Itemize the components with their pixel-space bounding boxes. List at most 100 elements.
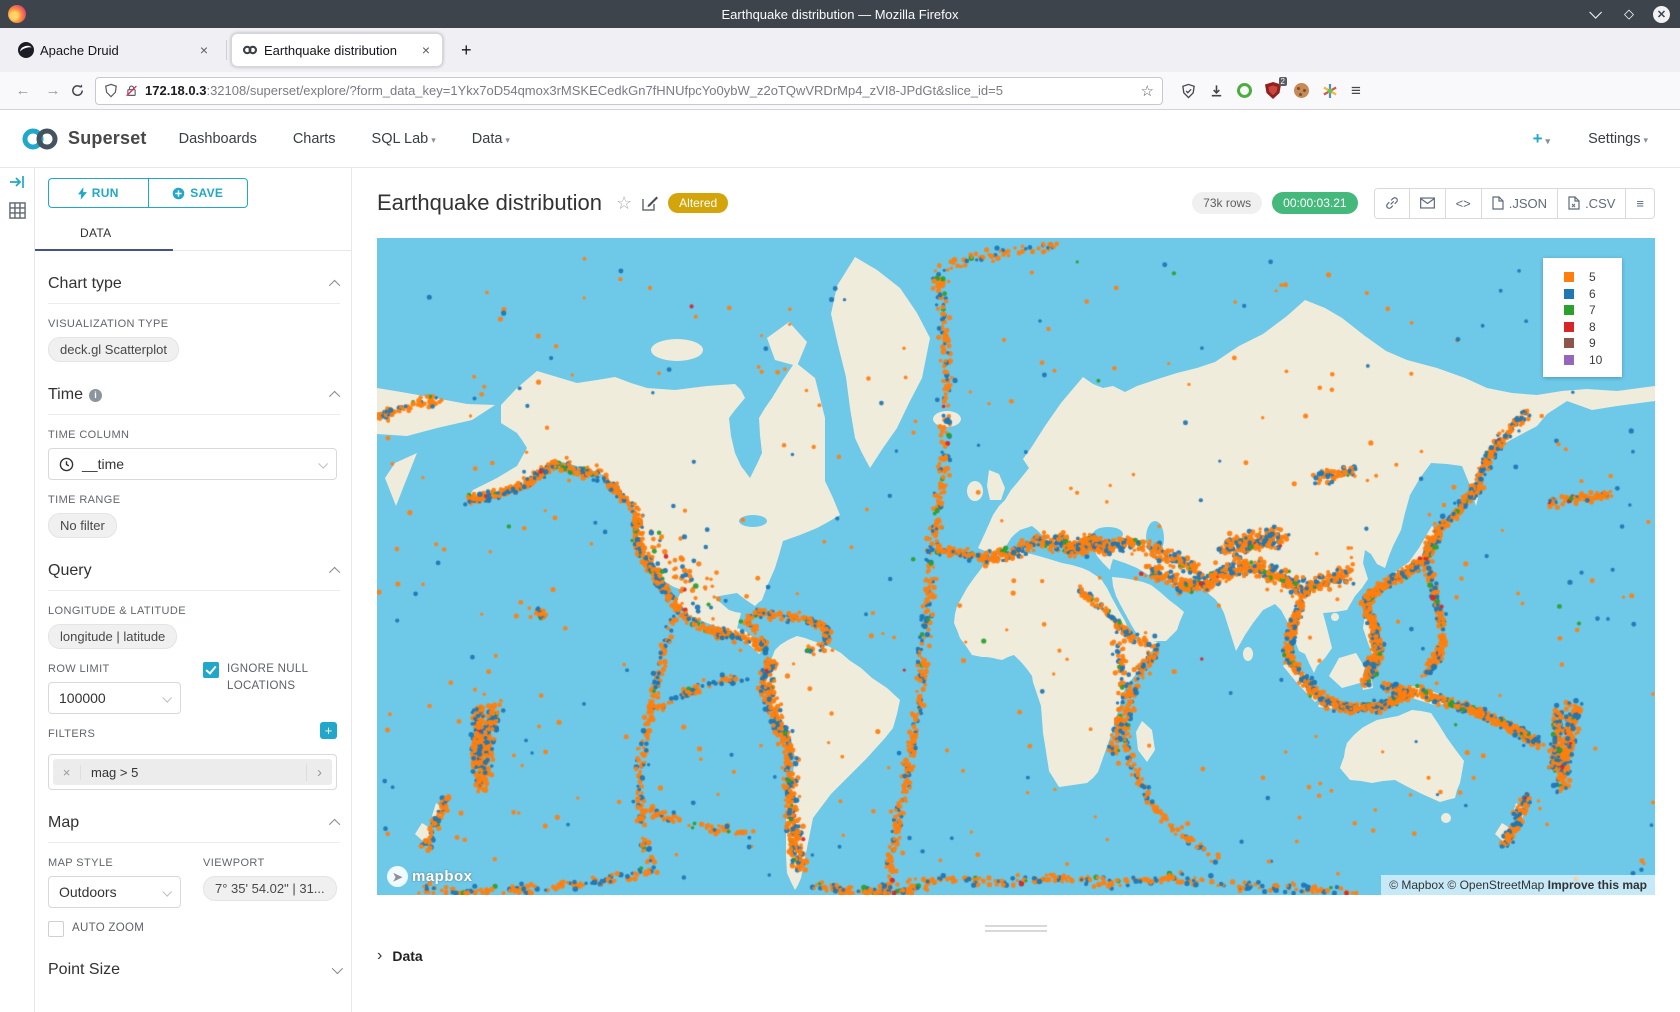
legend-color-swatch (1564, 338, 1574, 348)
chevron-right-icon[interactable]: › (306, 764, 332, 781)
mapbox-mark-icon: ➤ (387, 866, 408, 887)
back-button[interactable]: ← (10, 82, 36, 99)
window-maximize-icon[interactable]: ◇ (1621, 6, 1637, 22)
tab-data[interactable]: DATA (80, 226, 111, 250)
file-x-icon (1568, 196, 1580, 210)
time-range-value[interactable]: No filter (48, 513, 117, 538)
map-attribution[interactable]: © Mapbox © OpenStreetMap Improve this ma… (1381, 875, 1655, 895)
datasource-grid-icon[interactable] (9, 202, 26, 219)
ublock-shield-icon[interactable]: 2 (1265, 82, 1281, 99)
save-button[interactable]: SAVE (148, 178, 249, 208)
firefox-menu-icon[interactable]: ≡ (1351, 81, 1361, 101)
chevron-up-icon (329, 391, 340, 402)
file-icon (1492, 196, 1504, 210)
viz-type-label: VISUALIZATION TYPE (48, 318, 337, 330)
collapse-panel-icon[interactable] (9, 174, 25, 190)
embed-code-button[interactable]: <> (1446, 189, 1482, 218)
section-map: Map MAP STYLE Outdoors VIEWPORT 7° 35' 5… (48, 814, 337, 937)
mapbox-wordmark: mapbox (412, 868, 473, 885)
lonlat-value[interactable]: longitude | latitude (48, 624, 177, 649)
chevron-up-icon (329, 819, 340, 830)
deckgl-scatter-map[interactable]: 5 6 7 8 9 10 ➤ mapbox © Mapbox © OpenStr… (377, 238, 1655, 895)
export-csv-button[interactable]: .CSV (1558, 189, 1626, 218)
section-time-header[interactable]: Timei (48, 386, 340, 415)
section-query-header[interactable]: Query (48, 562, 340, 591)
improve-map-link[interactable]: Improve this map (1548, 878, 1647, 892)
shield-permissions-icon[interactable] (104, 83, 118, 98)
magnitude-legend: 5 6 7 8 9 10 (1543, 258, 1622, 377)
chevron-down-icon (332, 963, 343, 974)
auto-zoom-checkbox[interactable] (48, 921, 64, 937)
auto-zoom-label: AUTO ZOOM (72, 920, 144, 937)
nav-data[interactable]: Data▾ (472, 131, 510, 147)
section-point-size: Point Size (48, 961, 337, 989)
data-expander[interactable]: › Data (377, 947, 423, 965)
superset-logo[interactable]: Superset (20, 126, 147, 152)
url-text: 172.18.0.3:32108/superset/explore/?form_… (145, 83, 1134, 98)
downloads-icon[interactable] (1209, 83, 1224, 99)
addon-green-icon[interactable] (1237, 83, 1252, 98)
url-bar[interactable]: 172.18.0.3:32108/superset/explore/?form_… (95, 77, 1163, 105)
new-item-button[interactable]: +▾ (1533, 129, 1550, 149)
section-point-size-header[interactable]: Point Size (48, 961, 340, 989)
reload-icon[interactable] (70, 83, 85, 98)
run-button[interactable]: RUN (48, 178, 148, 208)
viewport-label: VIEWPORT (203, 857, 337, 869)
clock-icon (59, 457, 74, 472)
row-limit-select[interactable]: 100000 (48, 682, 181, 714)
legend-label: 10 (1589, 353, 1602, 367)
bookmark-star-icon[interactable]: ☆ (1141, 82, 1154, 100)
favorite-star-icon[interactable]: ☆ (616, 193, 632, 214)
legend-label: 6 (1589, 287, 1596, 301)
chart-menu-button[interactable]: ≡ (1626, 189, 1654, 218)
nav-charts[interactable]: Charts (293, 131, 336, 147)
chevron-up-icon (329, 567, 340, 578)
viz-type-value[interactable]: deck.gl Scatterplot (48, 337, 179, 362)
window-minimize-icon[interactable] (1589, 10, 1605, 19)
section-time: Timei TIME COLUMN __time TIME RANGE No f… (48, 386, 337, 538)
nav-dashboards[interactable]: Dashboards (179, 131, 257, 147)
viewport-value[interactable]: 7° 35' 54.02" | 31... (203, 876, 337, 901)
window-close-icon[interactable]: ✕ (1653, 6, 1670, 23)
cookie-addon-icon[interactable] (1294, 83, 1309, 98)
protections-shield-icon[interactable] (1181, 83, 1196, 99)
legend-color-swatch (1564, 355, 1574, 365)
results-panel: › Data (352, 895, 1680, 1012)
chart-title: Earthquake distribution (377, 190, 602, 216)
permalink-button[interactable] (1375, 189, 1410, 218)
tab-earthquake-distribution[interactable]: Earthquake distribution × (231, 33, 443, 67)
window-title: Earthquake distribution — Mozilla Firefo… (0, 7, 1680, 22)
section-map-header[interactable]: Map (48, 814, 340, 843)
druid-favicon (18, 42, 34, 58)
nav-sql-lab[interactable]: SQL Lab▾ (372, 131, 436, 147)
section-chart-type-header[interactable]: Chart type (48, 275, 340, 304)
new-tab-button[interactable]: + (453, 38, 480, 63)
export-json-button[interactable]: .JSON (1482, 189, 1558, 218)
email-share-button[interactable] (1410, 189, 1446, 218)
tab-apache-druid[interactable]: Apache Druid × (8, 33, 220, 67)
insecure-lock-icon[interactable] (125, 83, 138, 98)
add-filter-button[interactable]: + (320, 722, 337, 739)
edit-pencil-icon[interactable] (642, 195, 658, 211)
forward-button[interactable]: → (40, 82, 66, 99)
mapbox-logo[interactable]: ➤ mapbox (387, 866, 473, 887)
nav-settings[interactable]: Settings▾ (1588, 131, 1648, 147)
tab-close-icon[interactable]: × (196, 42, 212, 58)
remove-filter-icon[interactable]: × (53, 765, 81, 780)
chart-header: Earthquake distribution ☆ Altered 73k ro… (352, 168, 1680, 238)
time-column-select[interactable]: __time (48, 448, 337, 480)
superset-infinity-icon (20, 126, 60, 152)
tab-close-icon[interactable]: × (418, 42, 434, 58)
multicolor-addon-icon[interactable] (1322, 83, 1338, 99)
legend-label: 9 (1589, 336, 1596, 350)
legend-label: 7 (1589, 303, 1596, 317)
ignore-null-checkbox[interactable] (203, 662, 219, 678)
chevron-up-icon (329, 280, 340, 291)
tab-label: Apache Druid (40, 43, 190, 58)
left-rail (0, 168, 35, 1012)
filter-item[interactable]: × mag > 5 › (53, 759, 332, 785)
map-style-select[interactable]: Outdoors (48, 876, 181, 908)
filters-container: × mag > 5 › (48, 754, 337, 790)
panel-drag-handle[interactable] (985, 925, 1047, 935)
time-range-label: TIME RANGE (48, 494, 337, 506)
